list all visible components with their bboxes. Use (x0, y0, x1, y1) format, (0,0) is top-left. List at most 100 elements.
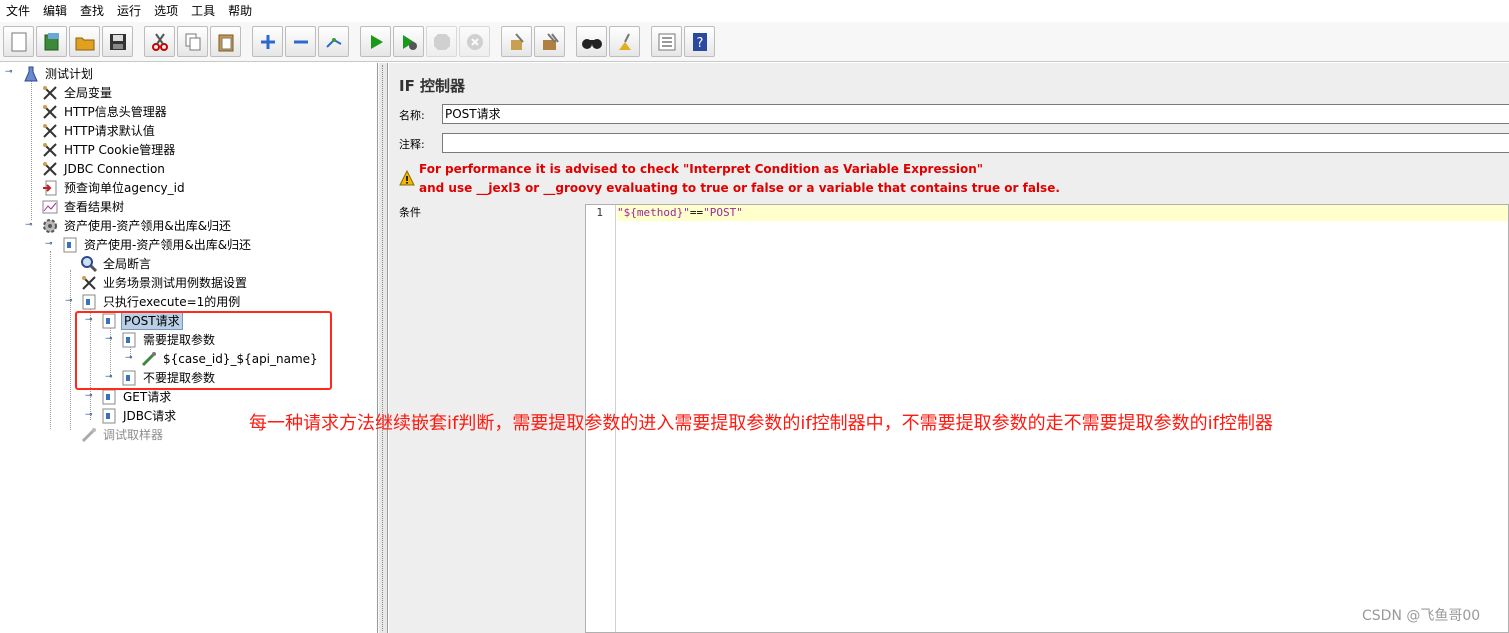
config-icon (41, 160, 59, 178)
tree-item-label: JDBC Connection (64, 161, 165, 176)
tree-item-http-cookie-manager[interactable]: HTTP Cookie管理器 (41, 140, 177, 159)
clear-all-icon[interactable] (534, 26, 565, 57)
warning-text-line1: For performance it is advised to check "… (419, 162, 984, 176)
tree-item-test-plan[interactable]: 测试计划 (22, 64, 95, 83)
code-string-token: "POST" (703, 206, 743, 219)
tree-item-http-header-manager[interactable]: HTTP信息头管理器 (41, 102, 169, 121)
menu-bar: 文件 编辑 查找 运行 选项 工具 帮助 (0, 0, 1509, 20)
tree-item-http-request-defaults[interactable]: HTTP请求默认值 (41, 121, 157, 140)
tree-guide-line (70, 270, 71, 430)
clear-icon[interactable] (501, 26, 532, 57)
tree-item-label: 调试取样器 (103, 428, 164, 442)
tree-item-execute-filter-controller[interactable]: 只执行execute=1的用例 (80, 292, 242, 311)
menu-edit[interactable]: 编辑 (43, 2, 67, 19)
tree-toggle[interactable]: ⊸ (5, 68, 14, 77)
menu-tools[interactable]: 工具 (191, 2, 215, 19)
tree-item-label: 业务场景测试用例数据设置 (103, 276, 248, 290)
cut-icon[interactable] (144, 26, 175, 57)
name-field[interactable]: POST请求 (442, 104, 1509, 124)
toolbar: ? (0, 22, 1509, 62)
collapse-icon[interactable] (285, 26, 316, 57)
tree-item-debug-sampler[interactable]: 调试取样器 (80, 425, 165, 444)
comment-field[interactable] (442, 133, 1509, 153)
function-helper-icon[interactable] (651, 26, 682, 57)
tree-item-label: 查看结果树 (64, 200, 125, 214)
copy-icon[interactable] (177, 26, 208, 57)
tree-item-label: 全局变量 (64, 86, 113, 100)
search-icon[interactable] (576, 26, 607, 57)
thread-group-icon (41, 217, 59, 235)
tree-toggle[interactable]: ⊸ (45, 240, 54, 249)
config-icon (41, 141, 59, 159)
tree-item-label: 测试计划 (45, 67, 94, 81)
tree-toggle[interactable]: ⊸ (65, 297, 74, 306)
line-number: 1 (596, 206, 603, 219)
tree-toggle[interactable]: ⊸ (85, 392, 94, 401)
paste-icon[interactable] (210, 26, 241, 57)
controller-icon (80, 293, 98, 311)
code-line[interactable]: "${method}"=="POST" (617, 205, 1508, 221)
menu-options[interactable]: 选项 (154, 2, 178, 19)
reset-search-icon[interactable] (609, 26, 640, 57)
config-icon (80, 274, 98, 292)
config-icon (41, 103, 59, 121)
warning-text-line2: and use __jexl3 or __groovy evaluating t… (419, 181, 1060, 195)
save-icon[interactable] (102, 26, 133, 57)
start-no-pause-icon[interactable] (393, 26, 424, 57)
sampler-icon (80, 426, 98, 444)
stop-icon[interactable] (426, 26, 457, 57)
menu-run[interactable]: 运行 (117, 2, 141, 19)
tree-item-label: 预查询单位agency_id (64, 181, 185, 195)
tree-toggle[interactable]: ⊸ (85, 411, 94, 420)
controller-icon (100, 388, 118, 406)
menu-help[interactable]: 帮助 (228, 2, 252, 19)
tree-item-label: HTTP请求默认值 (64, 124, 155, 138)
tree-item-label: HTTP Cookie管理器 (64, 143, 176, 157)
tree-guide-line (50, 251, 51, 429)
annotation-text: 每一种请求方法继续嵌套if判断，需要提取参数的进入需要提取参数的if控制器中，不… (249, 413, 1274, 434)
open-icon[interactable] (69, 26, 100, 57)
tree-item-global-assertion[interactable]: 全局断言 (80, 254, 153, 273)
tree-item-jdbc-connection[interactable]: JDBC Connection (41, 159, 167, 178)
splitter-grip (382, 65, 384, 631)
condition-label: 条件 (399, 206, 421, 219)
controller-icon (100, 407, 118, 425)
menu-file[interactable]: 文件 (6, 2, 30, 19)
tree-item-transaction-controller[interactable]: 资产使用-资产领用&出库&归还 (61, 235, 253, 254)
sampler-icon (41, 179, 59, 197)
tree-item-jdbc-request[interactable]: JDBC请求 (100, 406, 178, 425)
tree-item-label: JDBC请求 (123, 409, 177, 423)
annotation-highlight-box (75, 311, 332, 390)
name-label: 名称: (399, 109, 425, 122)
config-icon (41, 84, 59, 102)
tree-item-view-results-tree[interactable]: 查看结果树 (41, 197, 126, 216)
code-operator-token: == (689, 206, 704, 219)
tree-item-global-variables[interactable]: 全局变量 (41, 83, 114, 102)
tree-item-label: 资产使用-资产领用&出库&归还 (64, 219, 232, 233)
tree-item-scenario-data-setup[interactable]: 业务场景测试用例数据设置 (80, 273, 249, 292)
watermark: CSDN @飞鱼哥00 (1362, 608, 1481, 624)
page-title: IF 控制器 (399, 77, 466, 95)
warning-icon (399, 170, 415, 186)
config-icon (41, 122, 59, 140)
tree-item-label: 只执行execute=1的用例 (103, 295, 241, 309)
comment-label: 注释: (399, 138, 425, 151)
test-plan-icon (22, 65, 40, 83)
tree-item-thread-group[interactable]: 资产使用-资产领用&出库&归还 (41, 216, 233, 235)
toggle-icon[interactable] (318, 26, 349, 57)
new-icon[interactable] (3, 26, 34, 57)
tree-item-label: 资产使用-资产领用&出库&归还 (84, 238, 252, 252)
tree-item-pre-query-agency[interactable]: 预查询单位agency_id (41, 178, 187, 197)
expand-icon[interactable] (252, 26, 283, 57)
shutdown-icon[interactable] (459, 26, 490, 57)
help-icon[interactable]: ? (684, 26, 715, 57)
tree-item-label: GET请求 (123, 390, 172, 404)
start-icon[interactable] (360, 26, 391, 57)
templates-icon[interactable] (36, 26, 67, 57)
menu-search[interactable]: 查找 (80, 2, 104, 19)
controller-icon (61, 236, 79, 254)
code-string-token: "${method}" (617, 206, 690, 219)
tree-item-label: 全局断言 (103, 257, 152, 271)
panel-splitter[interactable] (379, 63, 388, 633)
tree-toggle[interactable]: ⊸ (25, 221, 34, 230)
